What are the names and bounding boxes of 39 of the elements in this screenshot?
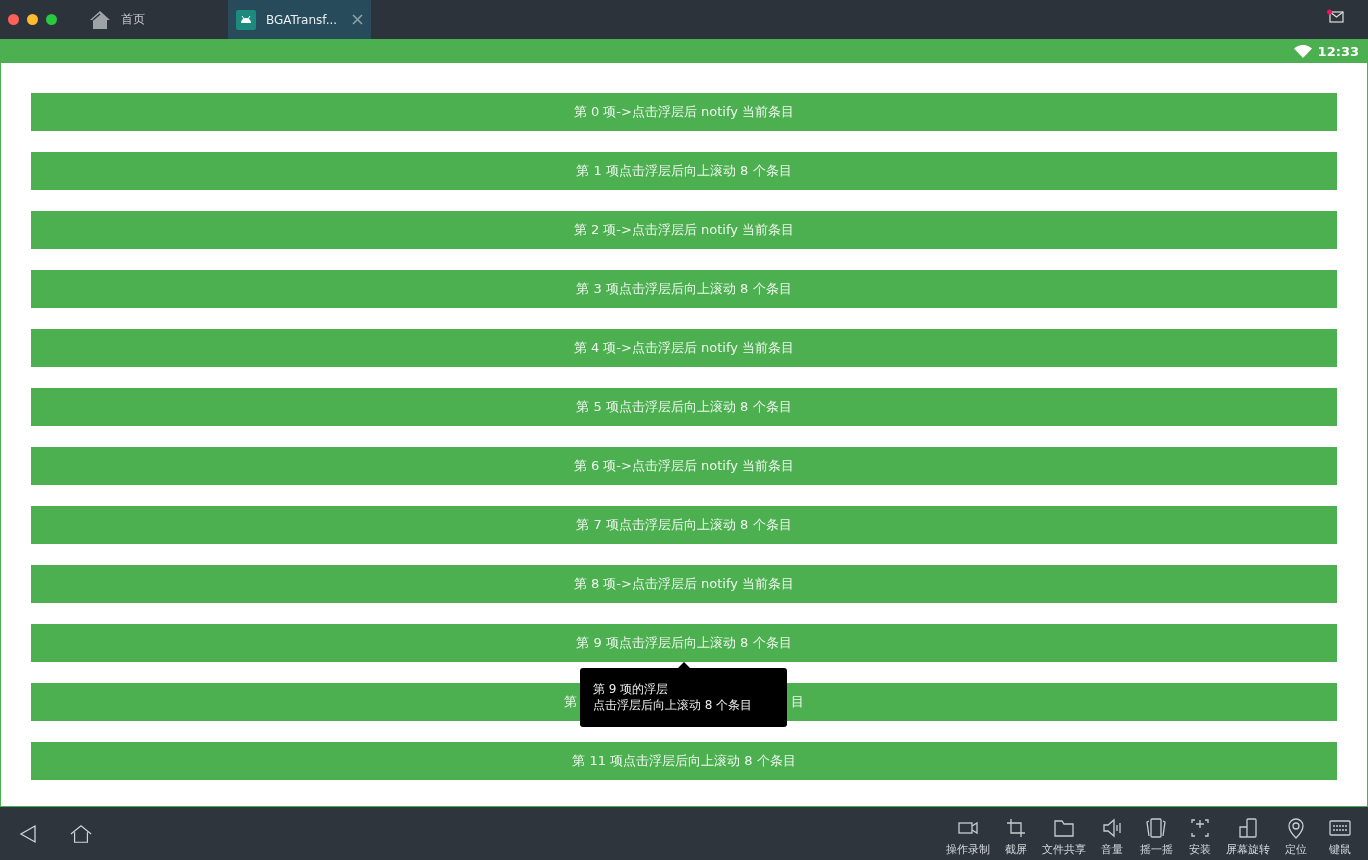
list-item[interactable]: 第 8 项->点击浮层后 notify 当前条目 [31,565,1337,603]
list-item[interactable]: 第 5 项点击浮层后向上滚动 8 个条目 [31,388,1337,426]
toolbar-button[interactable]: 文件共享 [1038,810,1090,857]
list-item[interactable]: 第 2 项->点击浮层后 notify 当前条目 [31,211,1337,249]
home-button[interactable] [70,822,92,845]
toolbar-button[interactable]: 安装 [1178,810,1222,857]
list-item[interactable]: 第 0 项->点击浮层后 notify 当前条目 [31,93,1337,131]
package-install-icon [1189,816,1211,839]
shaking-phone-icon [1145,816,1167,839]
close-window-button[interactable] [8,14,19,25]
list-item[interactable]: 第 11 项点击浮层后向上滚动 8 个条目 [31,742,1337,780]
tab[interactable]: BGATransf... [228,0,371,39]
crop-icon [1005,816,1027,839]
maximize-window-button[interactable] [46,14,57,25]
status-time: 12:33 [1317,43,1359,59]
list-item[interactable]: 第 1 项点击浮层后向上滚动 8 个条目 [31,152,1337,190]
toolbar-button[interactable]: 音量 [1090,810,1134,857]
toolbar-button[interactable]: 定位 [1274,810,1318,857]
house-icon [89,9,111,30]
toolbar-button[interactable]: 键鼠 [1318,810,1362,857]
android-robot-icon [236,9,256,30]
toolbar-button[interactable]: 摇一摇 [1134,810,1178,857]
list-item[interactable]: 第 3 项点击浮层后向上滚动 8 个条目 [31,270,1337,308]
mail-icon[interactable] [1327,8,1345,24]
list-item[interactable]: 第 6 项->点击浮层后 notify 当前条目 [31,447,1337,485]
tooltip-text: 第 9 项的浮层 [593,681,670,697]
minimize-window-button[interactable] [27,14,38,25]
speaker-icon [1101,816,1123,839]
rotate-screen-icon [1237,816,1259,839]
list-item[interactable]: 第 9 项点击浮层后向上滚动 8 个条目 [31,624,1337,662]
wifi-icon [1293,44,1312,58]
toolbar-button[interactable]: 操作录制 [942,810,994,857]
list-item[interactable]: 第 4 项->点击浮层后 notify 当前条目 [31,329,1337,367]
tab[interactable]: 首页 [80,0,226,39]
list-item[interactable]: 第 7 项点击浮层后向上滚动 8 个条目 [31,506,1337,544]
tooltip-text: 点击浮层后向上滚动 8 个条目 [593,697,754,713]
toolbar-button[interactable]: 截屏 [994,810,1038,857]
location-pin-icon [1285,816,1307,839]
toolbar-button[interactable]: 屏幕旋转 [1222,810,1274,857]
